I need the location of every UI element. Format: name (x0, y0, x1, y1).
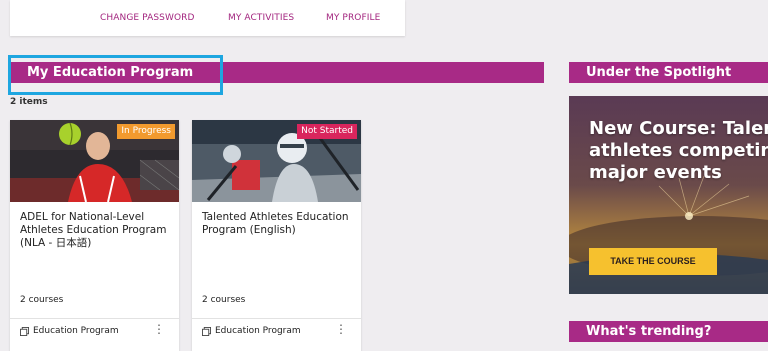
program-card[interactable]: In Progress ADEL for National-Level Athl… (10, 120, 179, 351)
program-type-label: Education Program (33, 326, 119, 336)
my-activities-link[interactable]: MY ACTIVITIES (228, 13, 294, 23)
divider (192, 318, 361, 319)
status-badge: Not Started (297, 124, 357, 139)
change-password-link[interactable]: CHANGE PASSWORD (100, 13, 195, 23)
card-image: Not Started (192, 120, 361, 202)
course-count: 2 courses (20, 295, 64, 305)
item-count: 2 items (10, 97, 48, 107)
trending-title: What's trending? (586, 324, 712, 339)
program-card[interactable]: Not Started Talented Athletes Education … (192, 120, 361, 351)
spotlight-section-header: Under the Spotlight (569, 62, 768, 83)
program-icon (202, 326, 211, 336)
more-options-icon[interactable]: ⋮ (153, 323, 165, 335)
divider (10, 318, 179, 319)
card-image: In Progress (10, 120, 179, 202)
my-profile-link[interactable]: MY PROFILE (326, 13, 380, 23)
top-nav: CHANGE PASSWORD MY ACTIVITIES MY PROFILE (10, 0, 405, 36)
trending-section-header: What's trending? (569, 321, 768, 342)
course-count: 2 courses (202, 295, 246, 305)
spotlight-title: Under the Spotlight (586, 65, 732, 80)
card-title[interactable]: ADEL for National-Level Athletes Educati… (20, 211, 170, 250)
spotlight-headline: New Course: Talented athletes competing … (589, 118, 768, 183)
program-icon (20, 326, 29, 336)
program-type: Education Program (20, 326, 119, 336)
more-options-icon[interactable]: ⋮ (335, 323, 347, 335)
program-type: Education Program (202, 326, 301, 336)
program-type-label: Education Program (215, 326, 301, 336)
section-title: My Education Program (27, 65, 194, 80)
education-section-header: My Education Program (10, 62, 544, 83)
card-title[interactable]: Talented Athletes Education Program (Eng… (202, 211, 352, 237)
spotlight-banner[interactable]: New Course: Talented athletes competing … (569, 96, 768, 294)
status-badge: In Progress (117, 124, 175, 139)
page: CHANGE PASSWORD MY ACTIVITIES MY PROFILE… (0, 0, 768, 351)
take-course-button[interactable]: TAKE THE COURSE (589, 248, 717, 275)
